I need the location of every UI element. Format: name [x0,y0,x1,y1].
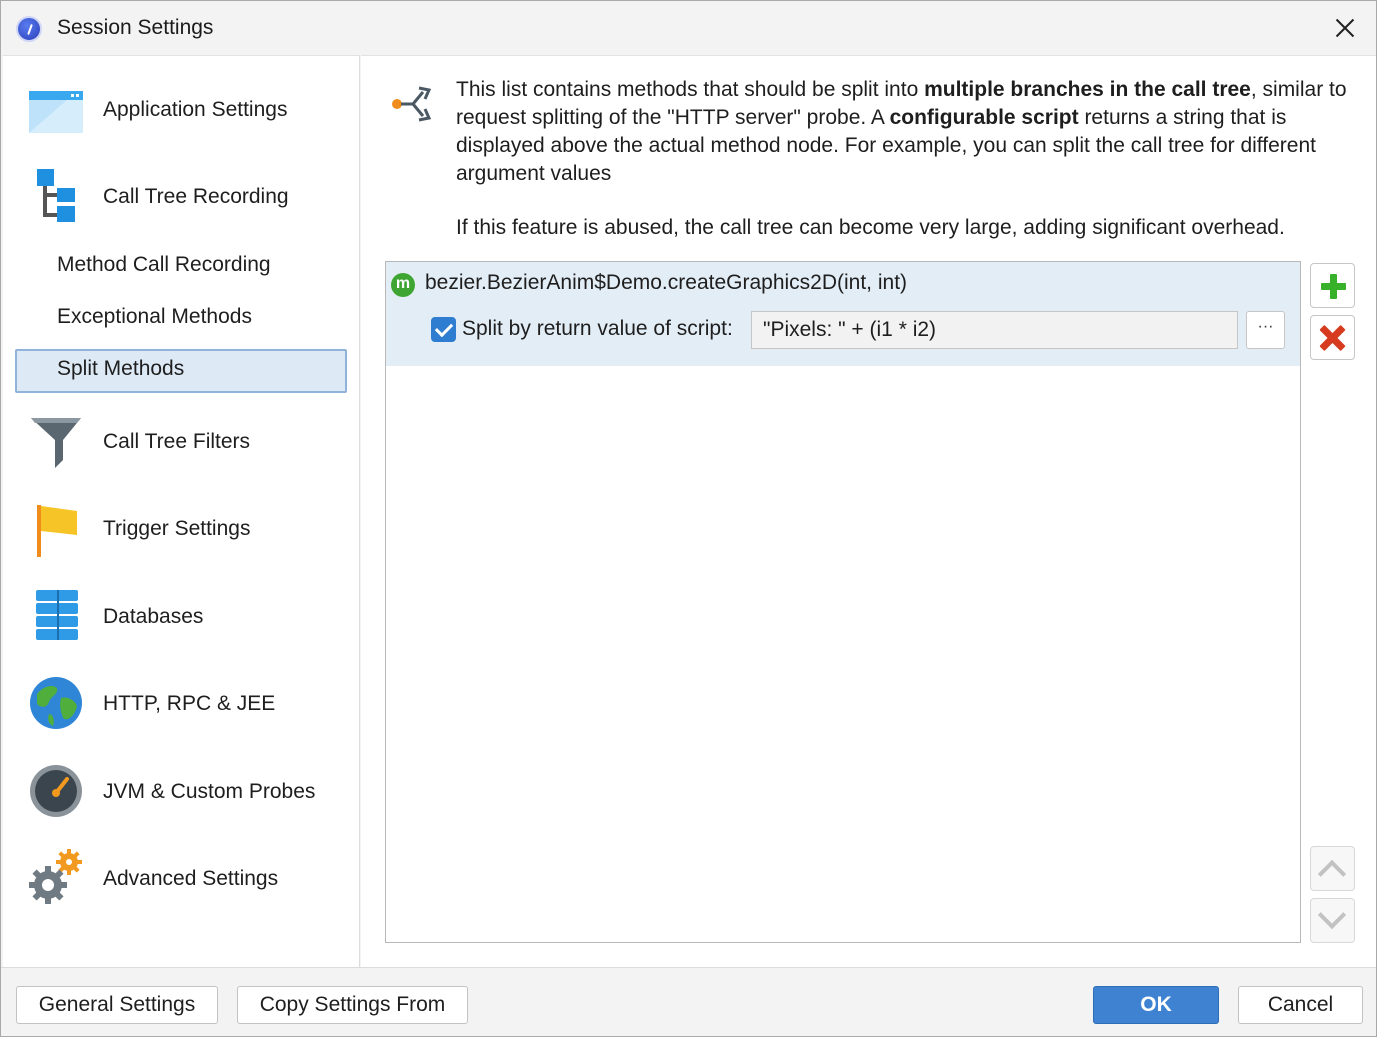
sidebar-item-label: Trigger Settings [103,517,251,540]
method-name[interactable]: bezier.BezierAnim$Demo.createGraphics2D(… [425,271,907,295]
sidebar-item-trigger-settings[interactable]: Trigger Settings [15,499,347,559]
dialog-button-bar: General Settings Copy Settings From OK C… [1,967,1376,1036]
gauge-icon [30,765,82,817]
database-icon [36,590,78,640]
description-text: This list contains methods that should b… [456,76,1361,188]
globe-icon [30,677,82,729]
sidebar-item-label: JVM & Custom Probes [103,780,316,803]
split-by-script-label[interactable]: Split by return value of script: [462,317,733,341]
script-input[interactable]: "Pixels: " + (i1 * i2) [751,311,1238,349]
cancel-button[interactable]: Cancel [1238,986,1363,1024]
sidebar-item-http-rpc-jee[interactable]: HTTP, RPC & JEE [15,674,347,734]
split-methods-panel: This list contains methods that should b… [361,55,1376,967]
ok-button[interactable]: OK [1093,986,1219,1024]
remove-icon [1319,324,1347,352]
description-bold: multiple branches in the call tree [924,78,1251,101]
split-methods-list[interactable]: m bezier.BezierAnim$Demo.createGraphics2… [385,261,1301,943]
close-icon[interactable] [1330,13,1360,43]
sidebar-item-jvm-custom-probes[interactable]: JVM & Custom Probes [15,762,347,822]
gears-icon [29,849,82,904]
flag-icon [37,505,77,557]
sidebar-item-exceptional-methods[interactable]: Exceptional Methods [15,297,347,341]
method-icon: m [391,273,415,297]
remove-method-button[interactable] [1310,315,1355,360]
sidebar-item-label: Databases [103,605,204,628]
description-part: This list contains methods that should b… [456,78,925,101]
sidebar-item-label: Exceptional Methods [57,305,252,328]
split-by-script-checkbox[interactable] [431,317,456,342]
overhead-note: If this feature is abused, the call tree… [456,216,1285,239]
description-bold: configurable script [889,106,1079,129]
sidebar-item-label: HTTP, RPC & JEE [103,692,276,715]
sidebar-item-split-methods[interactable]: Split Methods [15,349,347,393]
application-window-icon [29,91,83,133]
copy-settings-from-button[interactable]: Copy Settings From [237,986,468,1024]
sidebar-item-label: Split Methods [57,357,185,380]
sidebar-item-databases[interactable]: Databases [15,587,347,647]
sidebar-item-label: Call Tree Filters [103,430,251,453]
settings-sidebar: Application Settings Call Tree Recording… [3,55,360,967]
sidebar-item-label: Call Tree Recording [103,185,289,208]
list-item[interactable]: m bezier.BezierAnim$Demo.createGraphics2… [386,262,1300,366]
edit-script-button[interactable]: ··· [1246,311,1285,349]
move-down-button[interactable] [1310,898,1355,943]
sidebar-item-method-call-recording[interactable]: Method Call Recording [15,245,347,289]
plus-icon [1321,274,1346,299]
sidebar-item-label: Application Settings [103,98,288,121]
chevron-up-icon [1317,859,1347,889]
add-method-button[interactable] [1310,263,1355,308]
general-settings-button[interactable]: General Settings [16,986,218,1024]
call-tree-icon [37,169,75,222]
jprofiler-app-icon [16,16,42,42]
window-title: Session Settings [57,16,214,39]
title-bar: Session Settings [1,1,1376,55]
chevron-down-icon [1317,900,1347,930]
split-branch-icon [392,86,432,122]
funnel-icon [31,418,81,468]
move-up-button[interactable] [1310,846,1355,891]
sidebar-item-label: Advanced Settings [103,867,279,890]
sidebar-item-call-tree-filters[interactable]: Call Tree Filters [15,412,347,472]
sidebar-item-advanced-settings[interactable]: Advanced Settings [15,849,347,909]
sidebar-item-application-settings[interactable]: Application Settings [15,80,347,140]
session-settings-dialog: Session Settings Application Settings Ca… [0,0,1377,1037]
sidebar-item-label: Method Call Recording [57,253,271,276]
sidebar-item-call-tree-recording[interactable]: Call Tree Recording [15,167,347,227]
